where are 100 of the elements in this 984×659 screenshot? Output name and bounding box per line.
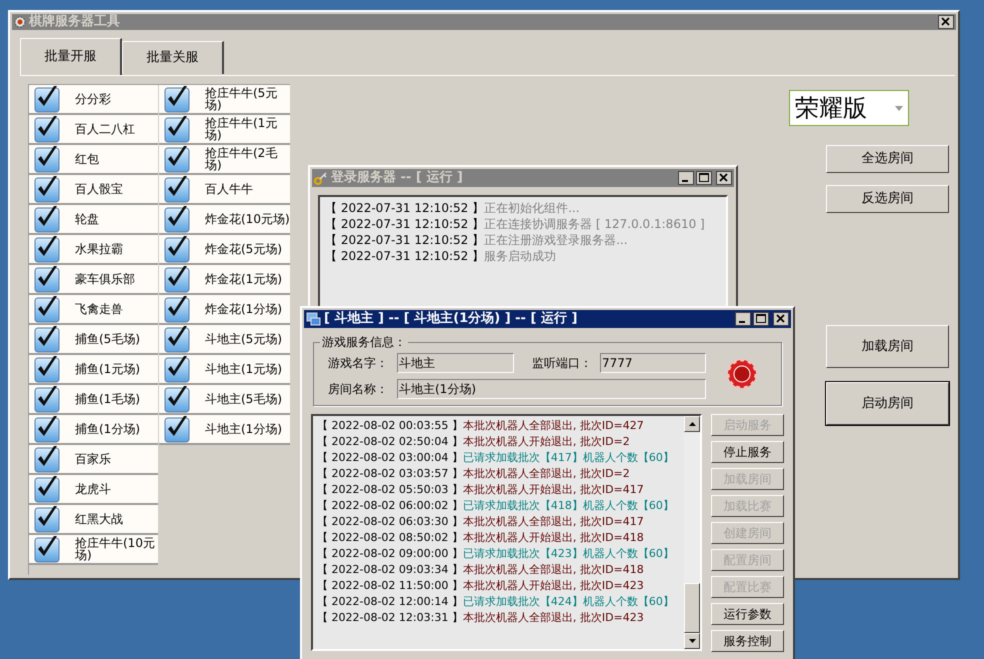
room-checkbox-row[interactable]: 百人牛牛 (159, 175, 290, 205)
checked-checkbox-icon[interactable] (34, 445, 60, 473)
room-checkbox-row[interactable]: 百人二八杠 (29, 115, 158, 145)
checked-checkbox-icon[interactable] (34, 235, 60, 263)
room-label: 斗地主(1分场) (205, 423, 282, 435)
service-button[interactable]: 停止服务 (711, 441, 784, 463)
checked-checkbox-icon[interactable] (164, 85, 190, 113)
log-timestamp: 【 2022-08-02 00:03:55 】 (317, 418, 463, 434)
room-checkbox-row[interactable]: 炸金花(1分场) (159, 295, 290, 325)
log-timestamp: 【 2022-08-02 09:03:34 】 (317, 562, 463, 578)
checked-checkbox-icon[interactable] (34, 175, 60, 203)
checked-checkbox-icon[interactable] (34, 355, 60, 383)
checked-checkbox-icon[interactable] (34, 295, 60, 323)
checked-checkbox-icon[interactable] (34, 145, 60, 173)
room-label: 抢庄牛牛(10元场) (75, 537, 156, 561)
tab[interactable]: 批量关服 (122, 41, 224, 74)
room-checkbox-row[interactable]: 炸金花(10元场) (159, 205, 290, 235)
room-checkbox-row[interactable]: 水果拉霸 (29, 235, 158, 265)
room-label: 炸金花(1分场) (205, 303, 282, 315)
scrollbar[interactable] (684, 416, 700, 649)
checked-checkbox-icon[interactable] (34, 415, 60, 443)
checked-checkbox-icon[interactable] (34, 325, 60, 353)
checked-checkbox-icon[interactable] (164, 235, 190, 263)
room-checkbox-row[interactable]: 红包 (29, 145, 158, 175)
room-checkbox-row[interactable]: 红黑大战 (29, 505, 158, 535)
room-checkbox-row[interactable]: 百人骰宝 (29, 175, 158, 205)
log-message: 已请求加载批次【418】机器人个数【60】 (462, 498, 674, 514)
checked-checkbox-icon[interactable] (164, 175, 190, 203)
edition-select[interactable]: 荣耀版 (789, 90, 909, 126)
checked-checkbox-icon[interactable] (164, 145, 190, 173)
close-icon[interactable] (938, 15, 954, 29)
room-checkbox-row[interactable]: 飞禽走兽 (29, 295, 158, 325)
log-timestamp: 【 2022-08-02 03:00:04 】 (317, 450, 463, 466)
room-checkbox-row[interactable]: 斗地主(1元场) (159, 355, 290, 385)
service-button[interactable]: 运行参数 (711, 603, 784, 625)
port-field[interactable]: 7777 (600, 353, 706, 373)
checked-checkbox-icon[interactable] (34, 385, 60, 413)
checked-checkbox-icon[interactable] (164, 385, 190, 413)
checked-checkbox-icon[interactable] (34, 265, 60, 293)
checked-checkbox-icon[interactable] (164, 355, 190, 383)
room-label: 飞禽走兽 (75, 303, 123, 315)
room-checkbox-row[interactable]: 捕鱼(5毛场) (29, 325, 158, 355)
side-button[interactable]: 全选房间 (826, 145, 949, 173)
checked-checkbox-icon[interactable] (164, 265, 190, 293)
room-checkbox-row[interactable]: 炸金花(1元场) (159, 265, 290, 295)
room-checkbox-row[interactable]: 抢庄牛牛(2毛场) (159, 145, 290, 175)
service-button[interactable]: 服务控制 (711, 630, 784, 652)
log-message: 已请求加载批次【424】机器人个数【60】 (462, 594, 674, 610)
checked-checkbox-icon[interactable] (34, 85, 60, 113)
name-field[interactable]: 斗地主 (397, 353, 514, 373)
log-message: 本批次机器人全部退出, 批次ID=427 (462, 418, 644, 434)
room-checkbox-row[interactable]: 斗地主(5毛场) (159, 385, 290, 415)
log-message: 本批次机器人全部退出, 批次ID=417 (462, 514, 644, 530)
room-label: 红包 (75, 153, 99, 165)
checked-checkbox-icon[interactable] (164, 205, 190, 233)
checked-checkbox-icon[interactable] (164, 295, 190, 323)
room-checkbox-row[interactable]: 抢庄牛牛(5元场) (159, 85, 290, 115)
checked-checkbox-icon[interactable] (164, 325, 190, 353)
room-checkbox-row[interactable]: 斗地主(5元场) (159, 325, 290, 355)
close-icon[interactable] (716, 171, 732, 185)
checked-checkbox-icon[interactable] (34, 505, 60, 533)
maximize-icon[interactable] (696, 171, 712, 185)
scroll-thumb[interactable] (684, 583, 700, 633)
minimize-icon[interactable] (735, 312, 751, 326)
minimize-icon[interactable] (678, 171, 694, 185)
room-checkbox-row[interactable]: 捕鱼(1元场) (29, 355, 158, 385)
log-message: 已请求加载批次【417】机器人个数【60】 (462, 450, 674, 466)
checked-checkbox-icon[interactable] (34, 535, 60, 563)
checked-checkbox-icon[interactable] (34, 115, 60, 143)
key-icon (314, 171, 328, 185)
side-button[interactable]: 反选房间 (826, 185, 949, 213)
room-checkbox-row[interactable]: 分分彩 (29, 85, 158, 115)
room-checkbox-row[interactable]: 捕鱼(1分场) (29, 415, 158, 445)
window-title: [ 斗地主 ] -- [ 斗地主(1分场) ] -- [ 运行 ] (324, 310, 578, 328)
room-checkbox-row[interactable]: 炸金花(5元场) (159, 235, 290, 265)
room-checkbox-row[interactable]: 捕鱼(1毛场) (29, 385, 158, 415)
room-label: 百人二八杠 (75, 123, 135, 135)
room-checkbox-row[interactable]: 豪车俱乐部 (29, 265, 158, 295)
maximize-icon[interactable] (753, 312, 769, 326)
scroll-down-icon[interactable] (688, 639, 696, 643)
checked-checkbox-icon[interactable] (34, 205, 60, 233)
log-message: 正在初始化组件... (484, 200, 580, 217)
side-button[interactable]: 启动房间 (826, 382, 949, 425)
room-label: 抢庄牛牛(1元场) (205, 117, 278, 141)
checked-checkbox-icon[interactable] (164, 415, 190, 443)
room-checkbox-row[interactable]: 轮盘 (29, 205, 158, 235)
scroll-up-icon[interactable] (688, 422, 696, 426)
room-field[interactable]: 斗地主(1分场) (397, 379, 706, 399)
room-checkbox-row[interactable]: 百家乐 (29, 445, 158, 475)
tab[interactable]: 批量开服 (20, 38, 122, 75)
room-checkbox-row[interactable]: 抢庄牛牛(10元场) (29, 535, 158, 565)
checked-checkbox-icon[interactable] (164, 115, 190, 143)
room-checkbox-row[interactable]: 龙虎斗 (29, 475, 158, 505)
checked-checkbox-icon[interactable] (34, 475, 60, 503)
log-timestamp: 【 2022-08-02 03:03:57 】 (317, 466, 463, 482)
room-checkbox-row[interactable]: 抢庄牛牛(1元场) (159, 115, 290, 145)
close-icon[interactable] (773, 312, 789, 326)
side-button[interactable]: 加载房间 (826, 325, 949, 368)
room-checkbox-row[interactable]: 斗地主(1分场) (159, 415, 290, 445)
log-timestamp: 【 2022-08-02 12:00:14 】 (317, 594, 463, 610)
